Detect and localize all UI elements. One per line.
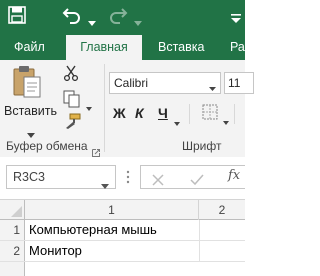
tab-layout[interactable]: Раз	[230, 34, 250, 60]
copy-dropdown-icon[interactable]	[86, 97, 92, 111]
name-box-dropdown-icon[interactable]	[101, 175, 109, 189]
font-name-value: Calibri	[114, 76, 149, 90]
enter-icon[interactable]	[190, 171, 204, 186]
insert-function-icon[interactable]: fx	[228, 168, 240, 183]
format-painter-icon[interactable]	[64, 113, 82, 129]
formula-bar: R3C3 fx	[0, 157, 245, 195]
cut-icon[interactable]	[63, 65, 79, 82]
table-row: 1 Компьютерная мышь	[0, 220, 245, 241]
row-header[interactable]: 1	[0, 220, 25, 240]
paste-button-label[interactable]: Вставить	[4, 104, 57, 118]
cell[interactable]: Монитор	[26, 241, 200, 261]
formula-buttons: fx	[140, 165, 245, 189]
bold-button[interactable]: Ж	[113, 105, 126, 121]
more-options-icon[interactable]	[126, 169, 130, 185]
cell[interactable]	[200, 241, 245, 261]
font-group-label: Шрифт	[182, 139, 222, 153]
borders-icon[interactable]	[202, 104, 218, 120]
group-separator	[104, 64, 105, 152]
font-name-dropdown-icon[interactable]	[209, 81, 216, 91]
table-row	[0, 262, 245, 276]
separator	[234, 104, 235, 124]
copy-icon[interactable]	[63, 90, 81, 108]
borders-dropdown-icon[interactable]	[223, 111, 229, 125]
column-header[interactable]: 2	[199, 200, 245, 220]
redo-icon[interactable]	[108, 5, 128, 25]
cell[interactable]: Компьютерная мышь	[26, 220, 200, 240]
italic-button[interactable]: К	[135, 105, 144, 121]
clipboard-group-label: Буфер обмена	[6, 139, 88, 153]
paste-icon[interactable]	[10, 64, 44, 100]
ribbon: Вставить Буфер обмена Calibri 11 Ж К Ч Ш…	[0, 60, 254, 158]
row-header[interactable]	[0, 262, 25, 276]
separator	[189, 104, 190, 124]
font-size-box[interactable]: 11	[224, 72, 254, 94]
font-name-box[interactable]: Calibri	[109, 72, 221, 94]
underline-dropdown-icon[interactable]	[174, 112, 180, 126]
tab-insert[interactable]: Вставка	[158, 34, 204, 60]
select-all-corner[interactable]	[0, 200, 25, 220]
column-header-row: 1 2	[0, 199, 245, 220]
cancel-icon[interactable]	[152, 171, 164, 186]
redo-dropdown-icon[interactable]	[134, 12, 142, 26]
underline-button[interactable]: Ч	[158, 105, 168, 121]
paste-dropdown-icon[interactable]	[27, 124, 35, 138]
name-box-value: R3C3	[13, 170, 45, 184]
cell[interactable]	[200, 220, 245, 240]
column-header[interactable]: 1	[25, 200, 199, 220]
undo-icon[interactable]	[62, 5, 82, 25]
font-size-value: 11	[228, 76, 241, 90]
save-icon[interactable]	[8, 6, 26, 24]
tab-file[interactable]: Файл	[14, 34, 45, 60]
tab-home[interactable]: Главная	[66, 35, 142, 60]
ribbon-tabs: Файл Главная Вставка Раз	[0, 34, 250, 60]
row-header[interactable]: 2	[0, 241, 25, 261]
title-bar	[0, 0, 245, 34]
clipboard-dialog-launcher-icon[interactable]	[92, 142, 100, 157]
name-box[interactable]: R3C3	[6, 165, 116, 189]
customize-qat-icon[interactable]	[230, 9, 242, 23]
table-row: 2 Монитор	[0, 241, 245, 262]
undo-dropdown-icon[interactable]	[88, 12, 96, 26]
